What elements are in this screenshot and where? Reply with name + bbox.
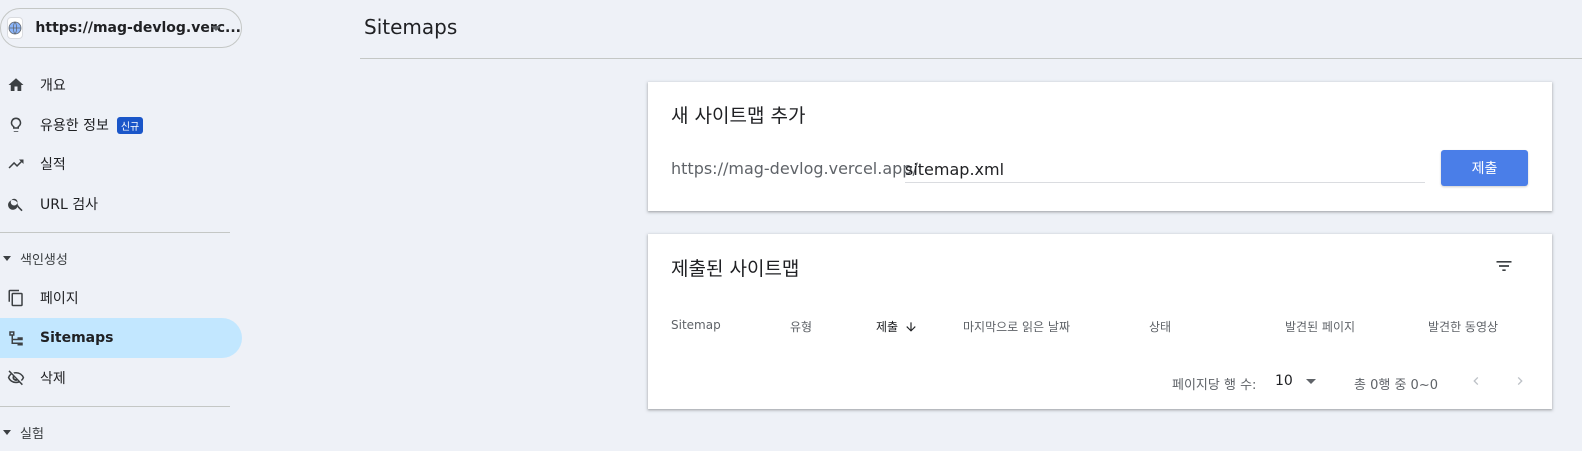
home-icon [6, 75, 26, 95]
pages-icon [6, 288, 26, 308]
section-indexing[interactable]: 색인생성 [0, 243, 68, 273]
rows-per-page-label: 페이지당 행 수: [1172, 378, 1257, 393]
nav-item-label: Sitemaps [40, 330, 114, 346]
sitemap-url-input[interactable] [905, 156, 1425, 183]
submit-button[interactable]: 제출 [1441, 150, 1528, 186]
section-label: 색인생성 [20, 252, 68, 268]
sitemap-icon [6, 328, 26, 348]
chevron-left-icon[interactable] [1466, 371, 1486, 391]
nav-item-sitemaps[interactable]: Sitemaps [0, 318, 242, 358]
column-header-type[interactable]: 유형 [790, 318, 812, 335]
nav-item-label: 유용한 정보 [40, 118, 109, 134]
pagination-range: 총 0행 중 0~0 [1354, 378, 1438, 393]
new-badge: 신규 [116, 116, 144, 134]
sidebar: https://mag-devlog.verc... 개요 유용한 정보 신규 … [0, 0, 250, 451]
sidebar-divider [0, 232, 230, 233]
visibility-off-icon [6, 368, 26, 388]
header-divider [360, 58, 1582, 59]
rows-per-page-select[interactable]: 10 [1275, 373, 1293, 389]
chevron-right-icon[interactable] [1510, 371, 1530, 391]
search-icon [6, 194, 26, 214]
section-label: 실험 [20, 426, 44, 442]
nav-item-label: 삭제 [40, 371, 66, 387]
column-header-last-read[interactable]: 마지막으로 읽은 날짜 [963, 318, 1070, 335]
nav-item-performance[interactable]: 실적 [0, 144, 242, 184]
nav-item-insights[interactable]: 유용한 정보 신규 [0, 105, 242, 145]
nav-item-label: 개요 [40, 78, 66, 94]
column-header-status[interactable]: 상태 [1149, 318, 1171, 335]
globe-icon [7, 17, 24, 39]
column-header-label: 제출 [876, 320, 899, 334]
filter-icon[interactable] [1492, 254, 1516, 278]
chevron-down-icon [211, 26, 221, 31]
chevron-down-icon[interactable] [1306, 379, 1316, 384]
property-selector[interactable]: https://mag-devlog.verc... [0, 8, 242, 48]
arrow-down-icon [904, 320, 918, 334]
nav-item-overview[interactable]: 개요 [0, 65, 242, 105]
column-header-sitemap[interactable]: Sitemap [671, 318, 721, 332]
nav-item-pages[interactable]: 페이지 [0, 278, 242, 318]
add-sitemap-card: 새 사이트맵 추가 https://mag-devlog.vercel.app/… [648, 82, 1552, 211]
submitted-sitemaps-title: 제출된 사이트맵 [671, 258, 800, 280]
section-experiments[interactable]: 실험 [0, 417, 44, 447]
triangle-down-icon [3, 255, 11, 261]
column-header-discovered-pages[interactable]: 발견된 페이지 [1285, 318, 1355, 335]
nav-item-url-inspection[interactable]: URL 검사 [0, 184, 242, 224]
add-sitemap-title: 새 사이트맵 추가 [671, 105, 806, 127]
page-title: Sitemaps [364, 15, 458, 39]
triangle-down-icon [3, 429, 11, 435]
column-header-submitted[interactable]: 제출 [876, 318, 918, 335]
nav-item-label: 실적 [40, 157, 66, 173]
lightbulb-icon [6, 115, 26, 135]
nav-item-removals[interactable]: 삭제 [0, 358, 242, 398]
nav-item-label: 페이지 [40, 291, 79, 307]
sitemap-url-prefix: https://mag-devlog.vercel.app/ [671, 159, 918, 178]
column-header-discovered-videos[interactable]: 발견한 동영상 [1428, 318, 1498, 335]
sidebar-divider [0, 406, 230, 407]
trending-up-icon [6, 154, 26, 174]
submitted-sitemaps-card: 제출된 사이트맵 Sitemap 유형 제출 마지막으로 읽은 날짜 상태 발견… [648, 234, 1552, 409]
search-console-app: https://mag-devlog.verc... 개요 유용한 정보 신규 … [0, 0, 1582, 451]
nav-item-label: URL 검사 [40, 197, 98, 213]
